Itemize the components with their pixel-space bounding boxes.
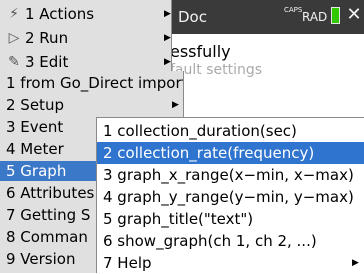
document-title: Doc [178,8,207,26]
graph-item-y-range[interactable]: 4 graph_y_range(y−min, y−max) [97,186,364,208]
menu-item-label: 1 Actions [25,5,95,23]
menu-item-label: 6 Attributes [6,184,95,202]
lightning-icon: ⚡ [9,6,19,22]
graph-item-title[interactable]: 5 graph_title("text") [97,208,364,230]
battery-icon [331,7,340,24]
graph-item-collection-duration[interactable]: 1 collection_duration(sec) [97,120,364,142]
close-icon[interactable]: ✕ [345,5,363,25]
graph-item-help[interactable]: 7 Help ▶ [97,252,364,274]
menu-item-label: 8 Comman [6,228,88,246]
play-icon: ▷ [8,30,20,46]
menu-item-label: 1 collection_duration(sec) [103,122,297,140]
submenu-arrow-icon: ▶ [164,9,171,19]
menu-item-run[interactable]: ▷ 2 Run ▶ [0,26,172,50]
caps-indicator: CAPS [284,6,303,14]
background-output-line: essfully [170,42,231,61]
graph-submenu: 1 collection_duration(sec) 2 collection_… [96,117,364,273]
menu-item-label: 5 graph_title("text") [103,210,254,228]
graph-item-x-range[interactable]: 3 graph_x_range(x−min, x−max) [97,164,364,186]
menu-item-label: 3 graph_x_range(x−min, x−max) [103,166,354,184]
menu-item-label: 1 from Go_Direct import * [6,74,184,92]
angle-mode-indicator: RAD [302,10,328,24]
menu-item-actions[interactable]: ⚡ 1 Actions ▶ [0,2,172,26]
submenu-item-import[interactable]: 1 from Go_Direct import * [0,73,184,93]
menu-item-label: 2 Setup [6,96,64,114]
submenu-arrow-icon: ▶ [352,258,359,268]
menu-item-label: 5 Graph [6,162,67,180]
menu-item-label: 7 Help [103,254,152,272]
submenu-arrow-icon: ▶ [172,100,179,110]
menu-item-label: 7 Getting S [6,206,91,224]
menu-item-label: 6 show_graph(ch 1, ch 2, ...) [103,232,317,250]
menu-item-label: 2 collection_rate(frequency) [103,144,315,162]
menu-item-label: 4 graph_y_range(y−min, y−max) [103,188,354,206]
menu-item-label: 4 Meter [6,140,64,158]
graph-item-collection-rate[interactable]: 2 collection_rate(frequency) [97,142,364,164]
submenu-arrow-icon: ▶ [164,33,171,43]
menu-item-label: 9 Version [6,250,76,268]
graph-item-show-graph[interactable]: 6 show_graph(ch 1, ch 2, ...) [97,230,364,252]
menu-item-label: 3 Event [6,118,64,136]
submenu-item-setup[interactable]: 2 Setup ▶ [0,95,183,115]
menu-item-label: 2 Run [25,29,69,47]
